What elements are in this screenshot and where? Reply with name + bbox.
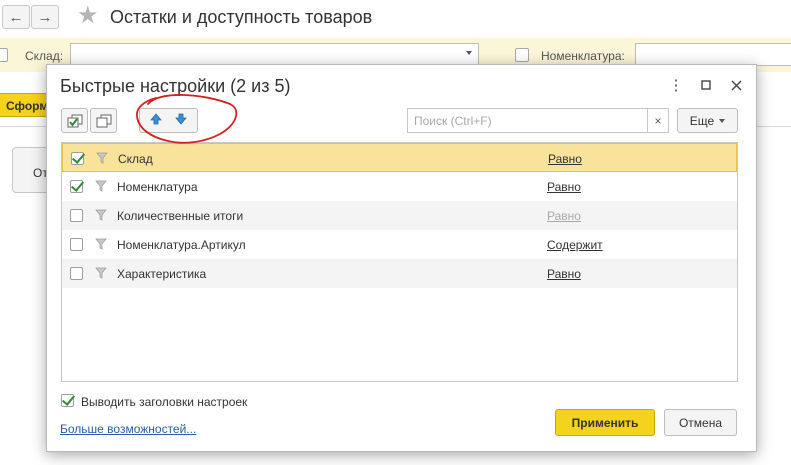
favorite-star-icon[interactable]: ★ [77,3,99,29]
uncheck-all-icon [96,114,111,127]
setting-checkbox[interactable] [70,267,83,280]
more-options-link[interactable]: Больше возможностей... [60,422,196,436]
check-all-button[interactable] [61,108,88,133]
nomenclature-input[interactable] [635,43,791,66]
move-buttons [139,108,198,133]
arrow-down-icon [174,113,187,125]
quick-settings-dialog: Быстрые настройки (2 из 5) ⋮ Поиск (Ctrl… [46,64,757,452]
more-vertical-icon[interactable]: ⋮ [666,75,686,95]
warehouse-input[interactable] [70,43,479,66]
setting-condition-link[interactable]: Равно [547,180,581,194]
back-button[interactable]: ← [2,5,30,29]
filter-icon [95,209,107,221]
settings-row[interactable]: Номенклатура Равно [62,172,737,201]
search-clear-button[interactable]: × [647,108,669,133]
warehouse-label: Склад: [25,49,64,63]
warehouse-filter-checkbox[interactable] [0,48,8,62]
page-title: Остатки и доступность товаров [110,7,373,27]
show-headers-label: Выводить заголовки настроек [81,395,248,409]
dropdown-arrow-icon [466,51,472,55]
settings-row[interactable]: Номенклатура.Артикул Содержит [62,230,737,259]
filter-icon [96,152,108,164]
setting-label: Склад [118,152,153,166]
setting-checkbox[interactable] [70,209,83,222]
arrow-up-icon [150,113,163,125]
settings-row[interactable]: Количественные итоги Равно [62,201,737,230]
setting-label: Номенклатура [117,180,198,194]
dialog-title: Быстрые настройки (2 из 5) [60,76,291,96]
arrow-right-icon: → [37,8,53,26]
apply-button[interactable]: Применить [555,409,655,436]
filter-icon [95,267,107,279]
setting-checkbox[interactable] [70,180,83,193]
maximize-icon[interactable] [696,75,716,95]
show-headers-checkbox[interactable] [61,394,74,407]
settings-list: Склад Равно Номенклатура Равно Количественны… [61,142,738,382]
uncheck-all-button[interactable] [90,108,117,133]
setting-label: Количественные итоги [117,209,244,223]
cancel-button[interactable]: Отмена [664,409,737,436]
setting-checkbox[interactable] [71,152,84,165]
setting-condition-link[interactable]: Равно [547,209,581,223]
setting-label: Характеристика [117,267,207,281]
settings-row[interactable]: Характеристика Равно [62,259,737,288]
move-up-button[interactable] [149,112,163,129]
nomenclature-filter-checkbox[interactable] [515,48,529,62]
setting-label: Номенклатура.Артикул [117,238,246,252]
check-all-icon [67,114,82,127]
setting-checkbox[interactable] [70,238,83,251]
settings-row[interactable]: Склад Равно [62,143,737,172]
search-input[interactable]: Поиск (Ctrl+F) [407,108,648,133]
setting-condition-link[interactable]: Равно [547,267,581,281]
setting-condition-link[interactable]: Содержит [547,238,603,252]
more-button[interactable]: Еще [677,108,738,133]
move-down-button[interactable] [174,112,188,129]
arrow-left-icon: ← [8,8,24,26]
nomenclature-label: Номенклатура: [541,49,625,63]
filter-icon [95,238,107,250]
chevron-down-icon [719,118,726,123]
forward-button[interactable]: → [31,5,59,29]
filter-icon [95,180,107,192]
close-icon[interactable] [726,75,746,95]
setting-condition-link[interactable]: Равно [548,152,582,166]
